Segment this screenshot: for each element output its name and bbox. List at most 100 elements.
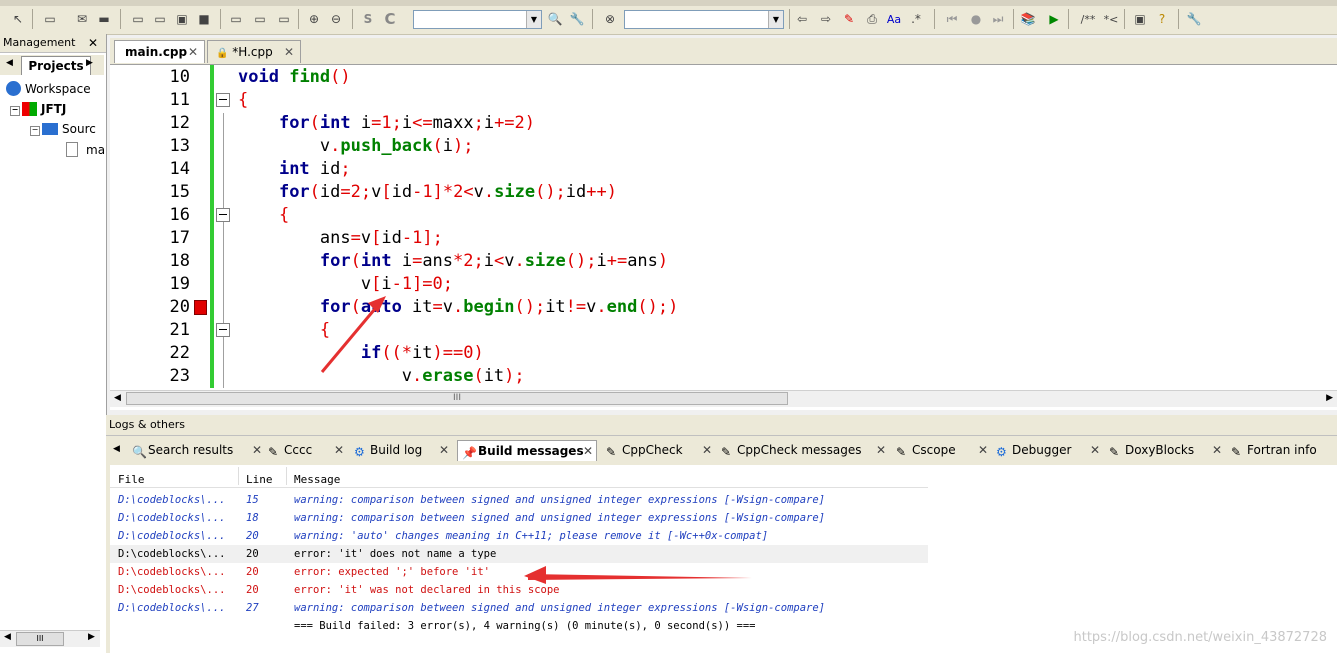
scroll-right-icon[interactable]: ▶ — [88, 632, 95, 642]
scope-combo[interactable]: ▼ — [413, 10, 542, 29]
close-icon[interactable]: ✕ — [439, 440, 449, 460]
dash-icon[interactable]: ▬ — [96, 11, 112, 27]
scroll-right-icon[interactable]: ▶ — [1326, 393, 1333, 403]
code-line[interactable]: { — [238, 204, 289, 226]
fold-toggle[interactable] — [216, 93, 230, 107]
management-scrollbar[interactable]: ◀ III ▶ — [0, 630, 100, 647]
tree-item-file[interactable]: ma — [52, 142, 105, 157]
rect-icon[interactable]: ▭ — [42, 11, 58, 27]
box-icon[interactable]: ▣ — [174, 11, 190, 27]
error-marker[interactable] — [194, 300, 207, 315]
box5-icon[interactable]: ▭ — [276, 11, 292, 27]
column-header-file[interactable]: File — [118, 473, 145, 486]
scroll-left-icon[interactable]: ◀ — [4, 632, 11, 642]
close-icon[interactable]: ✕ — [284, 41, 294, 63]
close-icon[interactable]: ✕ — [188, 41, 198, 63]
fold-toggle[interactable] — [216, 208, 230, 222]
collapse-icon[interactable]: − — [30, 126, 40, 136]
tab-build-log[interactable]: ⚙ Build log ✕ — [354, 440, 449, 461]
code-line[interactable]: v.push_back(i); — [238, 135, 474, 157]
book-icon[interactable]: 📚 — [1020, 11, 1036, 27]
tab-cccc[interactable]: ✎ Cccc ✕ — [268, 440, 344, 461]
box3-icon[interactable]: ▭ — [228, 11, 244, 27]
code-line[interactable]: void find() — [238, 66, 351, 88]
uncomment-icon[interactable]: *< — [1102, 11, 1120, 27]
tab-scroll-left-icon[interactable]: ◀ — [113, 444, 120, 454]
search-icon[interactable]: 🔍 — [547, 11, 563, 27]
table-row[interactable]: D:\codeblocks\... 20 error: 'it' was not d… — [110, 581, 928, 599]
prev-icon[interactable]: ⏮ — [944, 11, 960, 27]
scroll-left-icon[interactable]: ◀ — [114, 393, 121, 403]
editor-hscrollbar[interactable]: ◀ III ▶ — [110, 390, 1337, 407]
table-row[interactable]: D:\codeblocks\... 18 warning: comparison b… — [110, 509, 928, 527]
tab-fortran-info[interactable]: ✎ Fortran info — [1231, 440, 1331, 461]
tab-projects[interactable]: Projects — [21, 56, 91, 75]
scroll-thumb[interactable]: III — [16, 632, 64, 646]
envelope-icon[interactable]: ✉ — [74, 11, 90, 27]
close-circle-icon[interactable]: ⊗ — [602, 11, 618, 27]
close-icon[interactable]: ✕ — [978, 440, 988, 460]
code-line[interactable]: for(auto it=v.begin();it!=v.end();) — [238, 296, 678, 318]
table-row[interactable]: D:\codeblocks\... 20 warning: 'auto' chang… — [110, 527, 928, 545]
code-line[interactable]: for(int i=ans*2;i<v.size();i+=ans) — [238, 250, 668, 272]
tree-item-project[interactable]: − JFTJ — [10, 102, 66, 116]
mark-icon[interactable]: ⎙ — [864, 11, 880, 27]
column-header-line[interactable]: Line — [246, 473, 273, 486]
wrench-icon[interactable]: 🔧 — [569, 11, 585, 27]
cursor-icon[interactable]: ↖ — [10, 11, 26, 27]
box2-icon[interactable]: ■ — [196, 11, 212, 27]
tab-cppcheck-messages[interactable]: ✎ CppCheck messages ✕ — [721, 440, 886, 461]
box4-icon[interactable]: ▭ — [252, 11, 268, 27]
forward-icon[interactable]: ⇨ — [818, 11, 834, 27]
table-row[interactable]: D:\codeblocks\... 20 error: expected ';' b… — [110, 563, 928, 581]
column-header-message[interactable]: Message — [294, 473, 340, 486]
code-line[interactable]: for(id=2;v[id-1]*2<v.size();id++) — [238, 181, 617, 203]
highlight-icon[interactable]: ✎ — [841, 11, 857, 27]
close-icon[interactable]: ✕ — [1212, 440, 1222, 460]
tree-item-workspace[interactable]: Workspace — [6, 81, 91, 96]
code-line[interactable]: v.erase(it); — [238, 365, 525, 387]
code-line[interactable]: v[i-1]=0; — [238, 273, 453, 295]
build-messages-list[interactable]: File Line Message D:\codeblocks\... 15 war… — [110, 465, 1337, 653]
comment-icon[interactable]: /** — [1076, 11, 1100, 27]
close-icon[interactable]: ✕ — [88, 34, 98, 52]
font-icon[interactable]: Aa — [886, 11, 902, 27]
code-line[interactable]: for(int i=1;i<=maxx;i+=2) — [238, 112, 535, 134]
next-icon[interactable]: ⏭ — [990, 11, 1006, 27]
tab-scroll-left-icon[interactable]: ◀ — [6, 58, 13, 68]
window-icon[interactable]: ▣ — [1132, 11, 1148, 27]
table-row[interactable]: === Build failed: 3 error(s), 4 warning(… — [110, 617, 928, 635]
table-row[interactable]: D:\codeblocks\... 20 error: 'it' does not … — [110, 545, 928, 563]
tab-h-cpp[interactable]: 🔒 *H.cpp ✕ — [207, 40, 301, 63]
table-row[interactable]: D:\codeblocks\... 15 warning: comparison b… — [110, 491, 928, 509]
close-icon[interactable]: ✕ — [876, 440, 886, 460]
code-line[interactable]: if((*it)==0) — [238, 342, 484, 364]
scroll-thumb[interactable]: III — [126, 392, 788, 405]
tree-item-sources[interactable]: − Sourc — [30, 122, 96, 136]
code-line[interactable]: ans=v[id-1]; — [238, 227, 443, 249]
tab-main-cpp[interactable]: main.cpp ✕ — [114, 40, 205, 63]
collapse-icon[interactable]: − — [10, 106, 20, 116]
function-combo[interactable]: ▼ — [624, 10, 784, 29]
c-icon[interactable]: C — [382, 10, 398, 28]
block-icon[interactable]: ▭ — [152, 11, 168, 27]
regex-icon[interactable]: .* — [908, 11, 924, 27]
back-icon[interactable]: ⇦ — [794, 11, 810, 27]
tab-doxyblocks[interactable]: ✎ DoxyBlocks ✕ — [1109, 440, 1222, 461]
code-line[interactable]: int id; — [238, 158, 351, 180]
s-icon[interactable]: S — [360, 11, 376, 27]
tools-icon[interactable]: 🔧 — [1186, 11, 1202, 27]
close-icon[interactable]: ✕ — [583, 441, 593, 461]
code-line[interactable]: { — [238, 319, 330, 341]
tab-cppcheck[interactable]: ✎ CppCheck ✕ — [606, 440, 712, 461]
help-icon[interactable]: ? — [1154, 11, 1170, 27]
table-row[interactable]: D:\codeblocks\... 27 warning: comparison b… — [110, 599, 928, 617]
code-line[interactable]: { — [238, 89, 248, 111]
close-icon[interactable]: ✕ — [252, 440, 262, 460]
tab-build-messages[interactable]: 📌Build messages ✕ — [457, 440, 597, 461]
fold-toggle[interactable] — [216, 323, 230, 337]
tab-cscope[interactable]: ✎ Cscope ✕ — [896, 440, 988, 461]
zoom-in-icon[interactable]: ⊕ — [306, 11, 322, 27]
rect-fill-icon[interactable]: ▭ — [130, 11, 146, 27]
close-icon[interactable]: ✕ — [702, 440, 712, 460]
